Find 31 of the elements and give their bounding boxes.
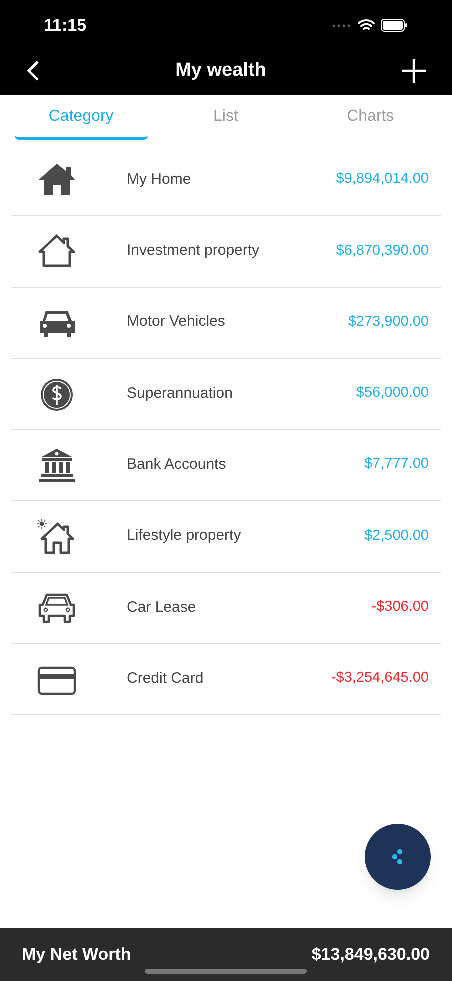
- signal-icon: [332, 24, 352, 28]
- category-amount: -$3,254,645.00: [331, 669, 430, 688]
- bank-building-icon: [36, 446, 78, 484]
- screen-title: My wealth: [176, 58, 266, 83]
- tab[interactable]: Charts: [304, 95, 437, 140]
- battery-icon: [381, 19, 408, 32]
- category-amount: $7,777.00: [364, 455, 430, 474]
- category-amount: -$306.00: [372, 598, 430, 618]
- house-outline-icon: [36, 232, 78, 270]
- category-name: Superannuation: [126, 384, 234, 404]
- category-name: Motor Vehicles: [126, 312, 226, 332]
- category-amount: $273,900.00: [348, 312, 430, 332]
- category-name: Car Lease: [126, 598, 198, 618]
- back-icon: [26, 60, 40, 82]
- category-amount: $9,894,014.00: [336, 170, 430, 190]
- category-name: Credit Card: [126, 668, 205, 689]
- category-amount: $6,870,390.00: [336, 242, 430, 261]
- category-name: Investment property: [126, 241, 261, 262]
- category-amount: $2,500.00: [364, 526, 430, 546]
- status-time: 11:15: [44, 14, 87, 37]
- category-amount: $56,000.00: [356, 384, 430, 404]
- tab[interactable]: Category: [15, 95, 148, 140]
- dots-icon: [391, 848, 405, 866]
- net-worth-total: $13,849,630.00: [312, 944, 430, 966]
- wifi-icon: [358, 19, 375, 32]
- category-name: My Home: [126, 170, 192, 190]
- plus-icon: [402, 59, 426, 83]
- category-name: Bank Accounts: [126, 455, 228, 476]
- net-worth-label: My Net Worth: [22, 944, 132, 966]
- category-name: Lifestyle property: [126, 526, 242, 546]
- tab[interactable]: List: [160, 95, 292, 140]
